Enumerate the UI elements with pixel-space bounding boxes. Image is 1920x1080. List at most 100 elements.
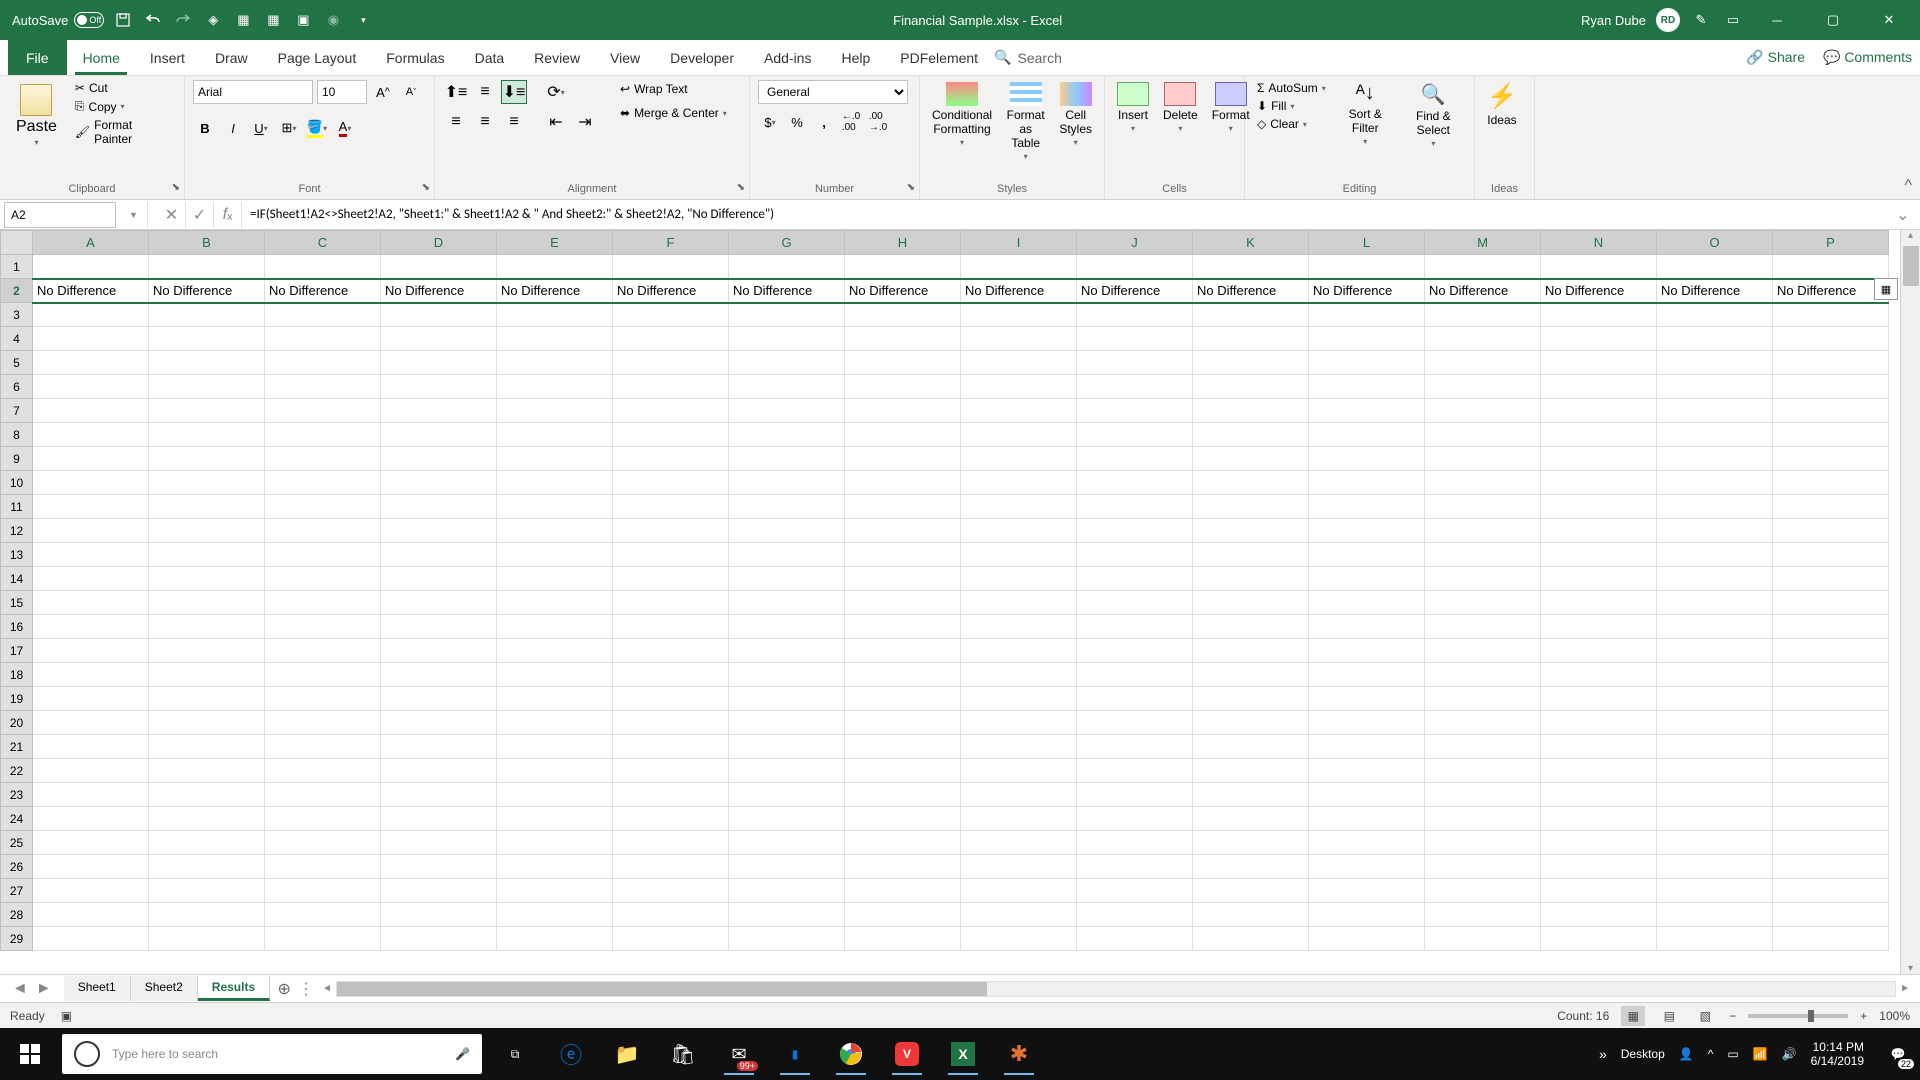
cell-A5[interactable] xyxy=(33,351,149,375)
fill-color-button[interactable]: 🪣 ▾ xyxy=(305,116,329,140)
cell-D4[interactable] xyxy=(381,327,497,351)
underline-button[interactable]: U ▾ xyxy=(249,116,273,140)
row-header-16[interactable]: 16 xyxy=(1,615,33,639)
cell-G24[interactable] xyxy=(729,807,845,831)
column-header-D[interactable]: D xyxy=(381,231,497,255)
column-header-E[interactable]: E xyxy=(497,231,613,255)
cell-J23[interactable] xyxy=(1077,783,1193,807)
cell-H22[interactable] xyxy=(845,759,961,783)
start-button[interactable] xyxy=(0,1028,60,1080)
cell-F23[interactable] xyxy=(613,783,729,807)
cell-A29[interactable] xyxy=(33,927,149,951)
cell-O3[interactable] xyxy=(1657,303,1773,327)
cell-A12[interactable] xyxy=(33,519,149,543)
cell-E11[interactable] xyxy=(497,495,613,519)
tab-formulas[interactable]: Formulas xyxy=(372,40,458,75)
tab-developer[interactable]: Developer xyxy=(656,40,748,75)
cell-B29[interactable] xyxy=(149,927,265,951)
cell-K10[interactable] xyxy=(1193,471,1309,495)
cell-B18[interactable] xyxy=(149,663,265,687)
cell-F19[interactable] xyxy=(613,687,729,711)
cell-H6[interactable] xyxy=(845,375,961,399)
cell-I6[interactable] xyxy=(961,375,1077,399)
cell-B7[interactable] xyxy=(149,399,265,423)
app-icon-1[interactable]: ▮ xyxy=(770,1033,820,1075)
row-header-17[interactable]: 17 xyxy=(1,639,33,663)
cell-B23[interactable] xyxy=(149,783,265,807)
cell-O15[interactable] xyxy=(1657,591,1773,615)
cell-L9[interactable] xyxy=(1309,447,1425,471)
cell-N2[interactable]: No Difference xyxy=(1541,279,1657,303)
cell-L14[interactable] xyxy=(1309,567,1425,591)
cell-J26[interactable] xyxy=(1077,855,1193,879)
wrap-text-button[interactable]: ↩Wrap Text xyxy=(614,80,733,98)
comma-format-icon[interactable]: , xyxy=(812,110,836,134)
column-header-B[interactable]: B xyxy=(149,231,265,255)
cell-L20[interactable] xyxy=(1309,711,1425,735)
normal-view-icon[interactable]: ▦ xyxy=(1621,1006,1645,1026)
formula-input[interactable] xyxy=(242,202,1896,228)
cell-P19[interactable] xyxy=(1773,687,1889,711)
cell-M4[interactable] xyxy=(1425,327,1541,351)
tab-home[interactable]: Home xyxy=(69,40,134,75)
cell-M21[interactable] xyxy=(1425,735,1541,759)
cell-E2[interactable]: No Difference xyxy=(497,279,613,303)
cell-L26[interactable] xyxy=(1309,855,1425,879)
cell-B13[interactable] xyxy=(149,543,265,567)
cell-A10[interactable] xyxy=(33,471,149,495)
cell-H10[interactable] xyxy=(845,471,961,495)
tab-pdfelement[interactable]: PDFelement xyxy=(886,40,992,75)
cell-N28[interactable] xyxy=(1541,903,1657,927)
cell-C7[interactable] xyxy=(265,399,381,423)
macro-record-icon[interactable]: ▣ xyxy=(61,1009,72,1023)
cell-J17[interactable] xyxy=(1077,639,1193,663)
cell-N4[interactable] xyxy=(1541,327,1657,351)
cell-D5[interactable] xyxy=(381,351,497,375)
cell-F17[interactable] xyxy=(613,639,729,663)
cell-P24[interactable] xyxy=(1773,807,1889,831)
cell-K18[interactable] xyxy=(1193,663,1309,687)
cell-G29[interactable] xyxy=(729,927,845,951)
cell-O4[interactable] xyxy=(1657,327,1773,351)
cell-E12[interactable] xyxy=(497,519,613,543)
column-header-C[interactable]: C xyxy=(265,231,381,255)
cell-E15[interactable] xyxy=(497,591,613,615)
cell-D15[interactable] xyxy=(381,591,497,615)
cell-K25[interactable] xyxy=(1193,831,1309,855)
qat-icon-5[interactable]: ◉ xyxy=(322,9,344,31)
cell-P20[interactable] xyxy=(1773,711,1889,735)
format-painter-button[interactable]: 🖌Format Painter xyxy=(71,117,176,147)
cell-O2[interactable]: No Difference xyxy=(1657,279,1773,303)
cell-G12[interactable] xyxy=(729,519,845,543)
tab-file[interactable]: File xyxy=(8,40,67,75)
cell-G11[interactable] xyxy=(729,495,845,519)
align-bottom-icon[interactable]: ⬇≡ xyxy=(501,80,527,104)
sheet-tab-sheet1[interactable]: Sheet1 xyxy=(64,976,131,1001)
cell-F9[interactable] xyxy=(613,447,729,471)
cell-J6[interactable] xyxy=(1077,375,1193,399)
cell-O9[interactable] xyxy=(1657,447,1773,471)
row-header-5[interactable]: 5 xyxy=(1,351,33,375)
sheet-nav-next-icon[interactable]: ► xyxy=(36,980,52,998)
enter-formula-icon[interactable]: ✓ xyxy=(186,202,214,228)
cell-E6[interactable] xyxy=(497,375,613,399)
cell-N10[interactable] xyxy=(1541,471,1657,495)
cell-B19[interactable] xyxy=(149,687,265,711)
qat-icon-3[interactable]: ▦ xyxy=(262,9,284,31)
delete-cells-button[interactable]: Delete▾ xyxy=(1159,80,1202,135)
row-header-27[interactable]: 27 xyxy=(1,879,33,903)
cell-E25[interactable] xyxy=(497,831,613,855)
cell-N5[interactable] xyxy=(1541,351,1657,375)
cell-K12[interactable] xyxy=(1193,519,1309,543)
store-icon[interactable]: 🛍 xyxy=(658,1033,708,1075)
cell-M18[interactable] xyxy=(1425,663,1541,687)
cell-I25[interactable] xyxy=(961,831,1077,855)
increase-decimal-icon[interactable]: ←.0.00 xyxy=(839,110,863,134)
cell-A26[interactable] xyxy=(33,855,149,879)
cell-A19[interactable] xyxy=(33,687,149,711)
column-header-I[interactable]: I xyxy=(961,231,1077,255)
cell-D7[interactable] xyxy=(381,399,497,423)
cell-O8[interactable] xyxy=(1657,423,1773,447)
ribbon-display-icon[interactable]: ▭ xyxy=(1722,9,1744,31)
cell-L24[interactable] xyxy=(1309,807,1425,831)
